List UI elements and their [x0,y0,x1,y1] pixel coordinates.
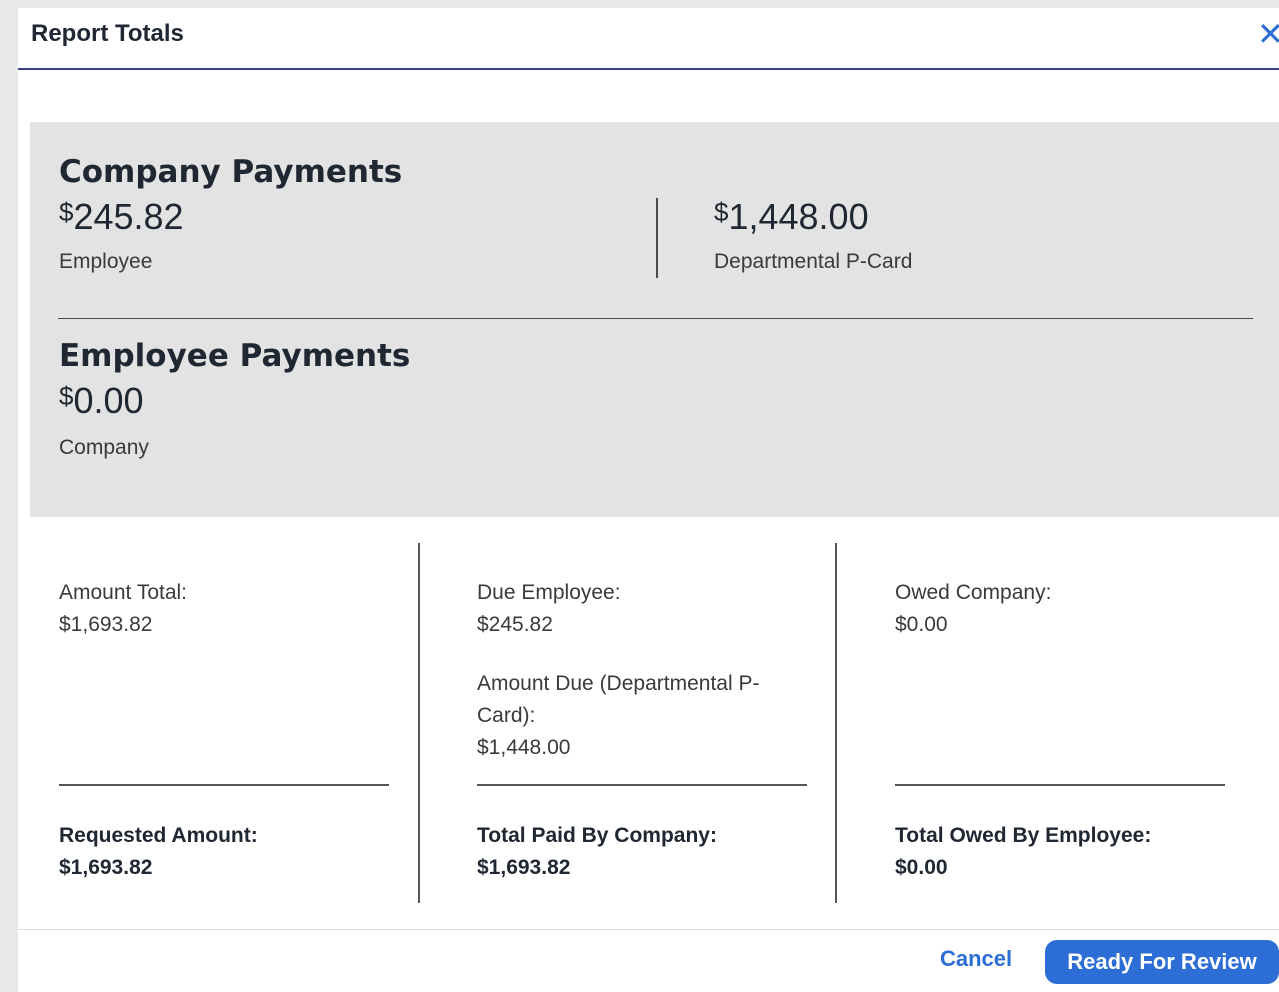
column-separator [418,543,420,903]
owed-company-label: Owed Company: [895,581,1052,604]
dialog-header: Report Totals ✕ [18,8,1279,70]
footer-divider [18,929,1279,930]
currency-symbol: $ [59,381,74,411]
close-icon[interactable]: ✕ [1257,14,1279,54]
column-divider [895,784,1225,786]
requested-amount-label: Requested Amount: [59,824,258,847]
dialog-title: Report Totals [31,20,184,47]
amount-total-label: Amount Total: [59,581,188,604]
employee-company-amount: $0.00 [59,380,144,422]
totals-column-amount: Amount Total: $1,693.82 Requested Amount… [59,543,389,903]
owed-company-value: $0.00 [895,613,948,636]
column-separator [835,543,837,903]
company-pcard-label: Departmental P-Card [714,250,913,273]
due-employee-value: $245.82 [477,613,553,636]
requested-amount-value: $1,693.82 [59,856,153,879]
cancel-button[interactable]: Cancel [940,946,1012,972]
amount-due-pcard-value: $1,448.00 [477,736,571,759]
total-owed-by-employee-value: $0.00 [895,856,948,879]
currency-symbol: $ [59,197,74,227]
amount-value: 0.00 [73,380,144,421]
report-totals-dialog: Report Totals ✕ Company Payments $245.82… [18,8,1279,992]
column-divider [477,784,807,786]
ready-for-review-button[interactable]: Ready For Review [1045,940,1279,984]
amount-due-pcard-label: Amount Due (Departmental P-Card): [477,672,760,727]
employee-payments-heading: Employee Payments [59,338,411,374]
totals-column-owed: Owed Company: $0.00 Total Owed By Employ… [895,543,1225,903]
company-employee-label: Employee [59,250,153,273]
employee-company-label: Company [59,436,149,459]
company-payments-heading: Company Payments [59,154,403,190]
summary-divider-horizontal [58,318,1253,319]
company-pcard-amount: $1,448.00 [714,196,869,238]
column-divider [59,784,389,786]
amount-value: 1,448.00 [728,196,869,237]
company-employee-amount: $245.82 [59,196,184,238]
totals-column-paid: Due Employee: $245.82 Amount Due (Depart… [477,543,807,903]
due-employee-label: Due Employee: [477,581,621,604]
currency-symbol: $ [714,197,729,227]
amount-value: 245.82 [73,196,184,237]
summary-divider-vertical [656,198,658,278]
total-paid-by-company-value: $1,693.82 [477,856,571,879]
total-owed-by-employee-label: Total Owed By Employee: [895,824,1152,847]
amount-total-value: $1,693.82 [59,613,153,636]
payments-summary: Company Payments $245.82 Employee $1,448… [30,122,1279,517]
total-paid-by-company-label: Total Paid By Company: [477,824,717,847]
